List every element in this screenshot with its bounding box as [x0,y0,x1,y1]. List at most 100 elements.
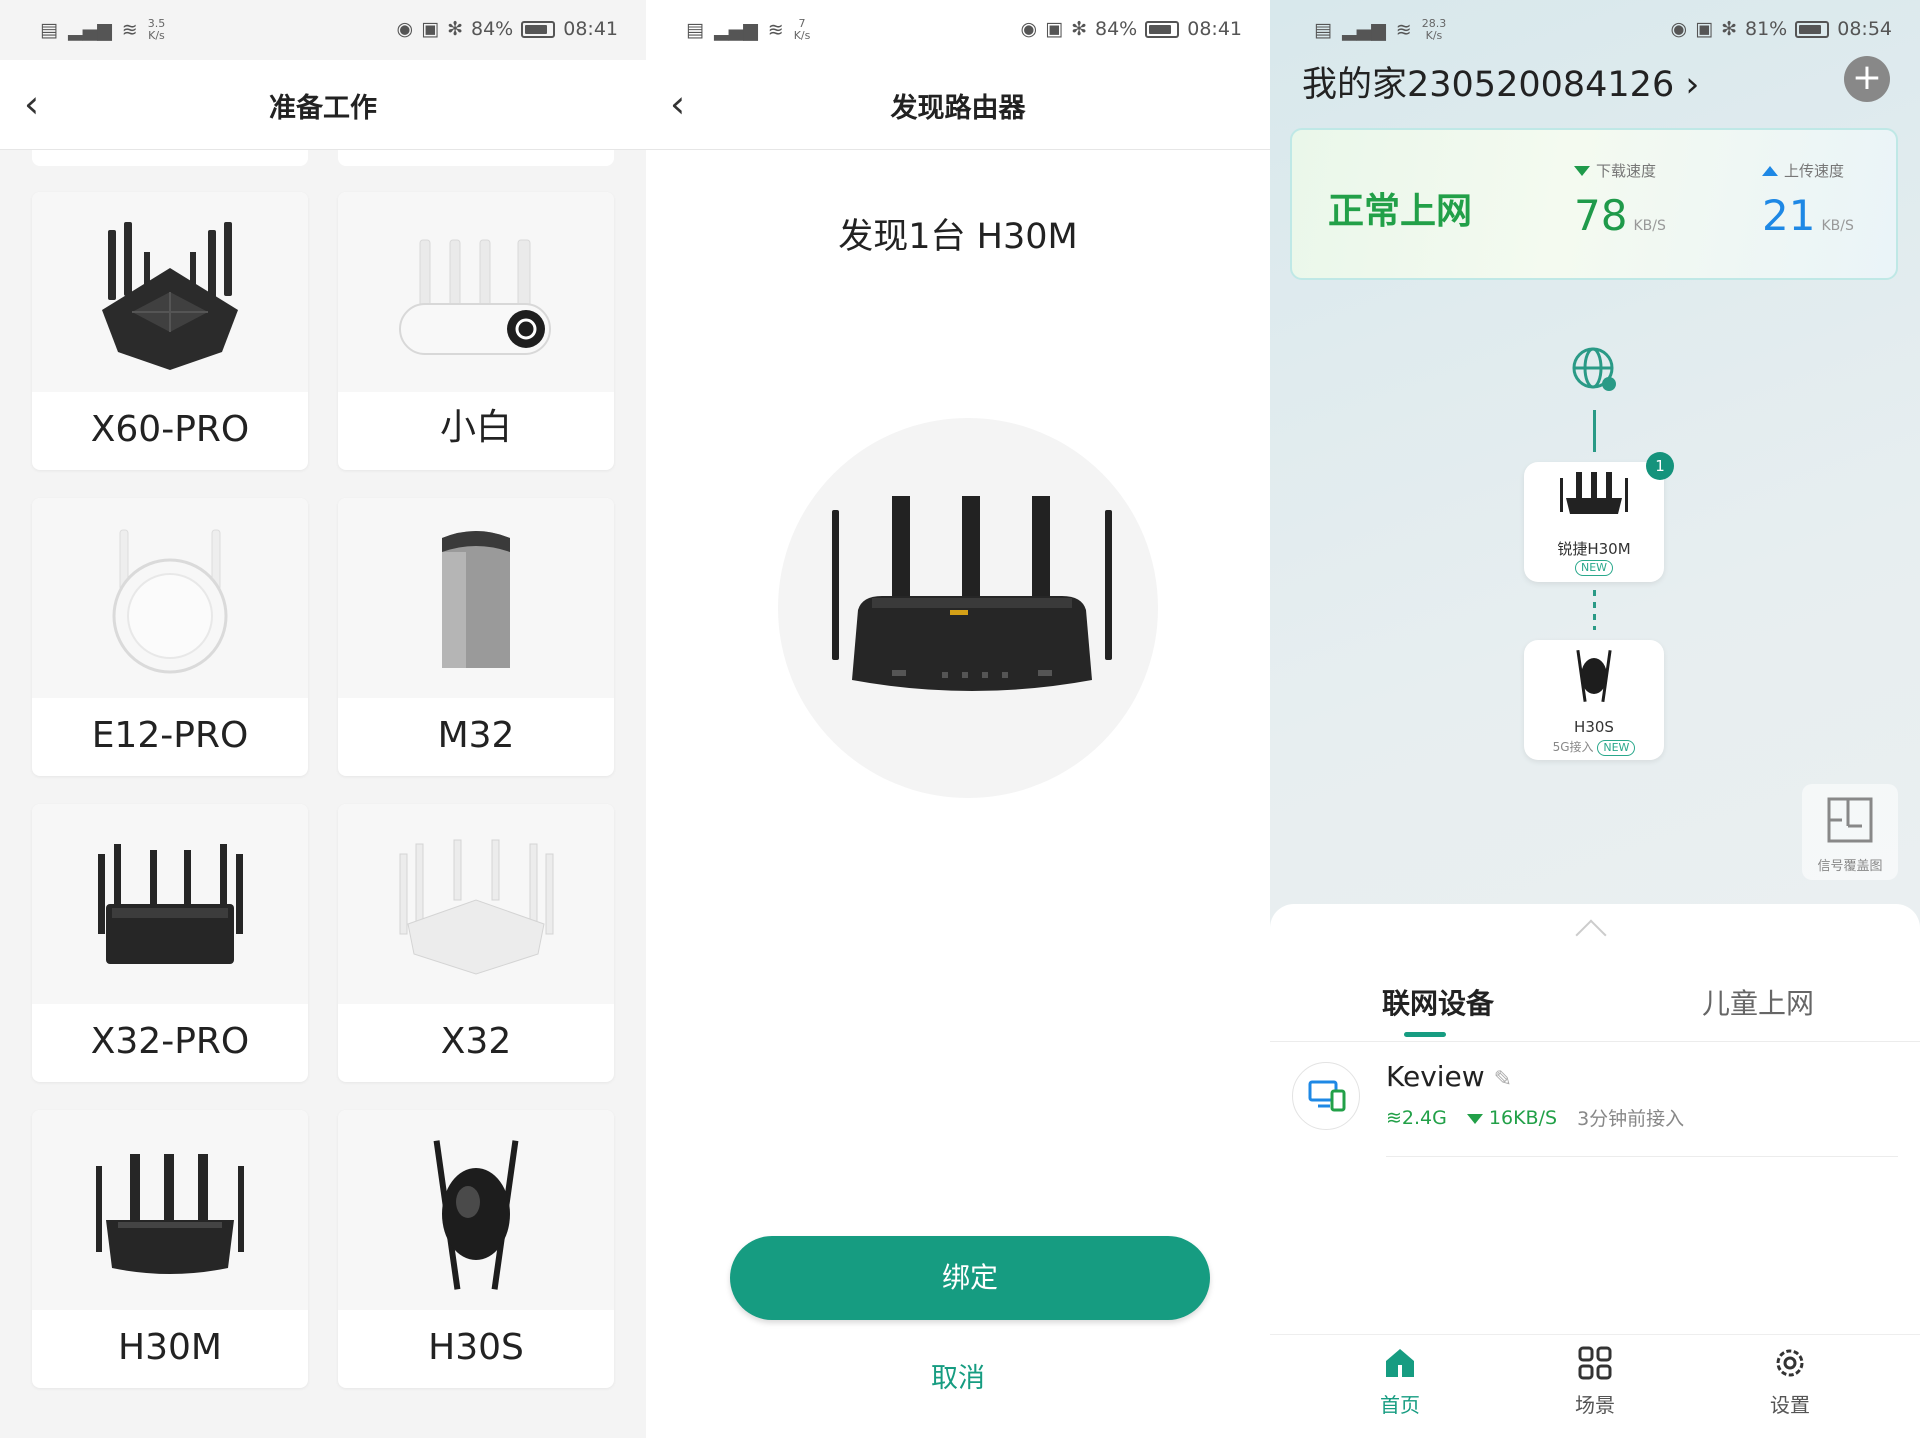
wifi-icon: ≋ [121,19,138,41]
connection-line [1593,410,1596,452]
device-name-text: Keview [1386,1060,1485,1093]
vibrate-icon: ▣ [1045,18,1064,40]
chevron-up-icon[interactable] [1575,919,1607,951]
list-divider [1386,1156,1898,1157]
wifi-icon: ≋ [767,19,784,41]
screen-prepare: ▤ ▂▄▆ ≋ 3.5 K/s ◉ ▣ ✻ 84% 08:41 ‹ 准备工作 X… [0,0,646,1438]
new-tag: NEW [1597,740,1636,756]
screen-home: ▤ ▂▄▆ ≋ 28.3 K/s ◉ ▣ ✻ 81% 08:54 我的家23052… [1270,0,1920,1438]
battery-percent: 84% [471,18,514,40]
sub-router-name: H30S [1574,718,1614,736]
network-status-card[interactable]: 正常上网 下载速度 78 KB/S 上传速度 21 KB/S [1290,128,1898,280]
upload-caption: 上传速度 [1784,162,1845,180]
device-avatar [1292,1062,1360,1130]
settings-gear-icon [1776,1349,1804,1377]
model-label: M32 [437,715,515,756]
net-speed-unit: K/s [793,29,811,42]
vibrate-icon: ▣ [421,18,440,40]
add-icon[interactable]: + [1844,56,1890,102]
model-label: X32 [440,1021,512,1062]
main-router-node[interactable]: 1 锐捷H30M NEW [1524,452,1674,582]
wifi-icon: ≋ [1395,19,1412,41]
router-h30m-image [832,496,1112,691]
signal-icon: ▂▄▆ [67,19,112,41]
tab-indicator [1404,1032,1446,1037]
tab-divider [1270,1041,1920,1042]
model-label: X60-PRO [90,409,250,450]
model-card-x32[interactable]: X32 [338,804,614,1082]
scene-grid-icon [1578,1346,1612,1380]
device-band: 2.4G [1401,1106,1447,1129]
page-title: 准备工作 [269,93,377,124]
coverage-map-button[interactable]: 信号覆盖图 [1802,784,1898,880]
download-speed: 下载速度 78 KB/S [1574,160,1666,240]
upload-speed: 上传速度 21 KB/S [1762,160,1854,240]
bind-button[interactable]: 绑定 [730,1236,1210,1320]
clock: 08:54 [1837,18,1892,40]
model-card-x60pro[interactable]: X60-PRO [32,192,308,470]
bluetooth-icon: ✻ [1721,18,1737,40]
battery-icon [1795,20,1830,38]
found-router-text: 发现1台 H30M [838,217,1078,257]
device-speed: 16KB/S [1488,1106,1558,1129]
router-h30m-icon [1560,472,1628,514]
battery-icon [1145,20,1180,38]
mesh-connection-line [1593,590,1596,630]
router-x32pro-icon [98,844,243,964]
tab-connected-devices[interactable]: 联网设备 [1382,982,1494,1022]
model-card-h30m[interactable]: H30M [32,1110,308,1388]
clock: 08:41 [1187,18,1242,40]
model-label: 小白 [439,407,512,448]
download-value: 78 [1574,191,1628,240]
model-label: H30S [428,1327,524,1368]
router-x32-icon [399,839,554,975]
bluetooth-icon: ✻ [447,18,463,40]
upload-value: 21 [1762,191,1816,240]
status-bar: ▤ ▂▄▆ ≋ 7 K/s ◉ ▣ ✻ 84% 08:41 [646,0,1270,60]
model-card-h30s[interactable]: H30S [338,1110,614,1388]
model-card-x32pro[interactable]: X32-PRO [32,804,308,1082]
sim-icon: ▤ [686,19,704,41]
sub-router-node[interactable]: H30S 5G接入 NEW [1524,640,1664,760]
sim-icon: ▤ [40,19,58,41]
nav-settings[interactable]: 设置 [1740,1345,1840,1418]
nav-scene[interactable]: 场景 [1545,1345,1645,1418]
router-h30m-icon [96,1154,244,1274]
router-x60pro-icon [102,222,238,370]
vibrate-icon: ▣ [1695,18,1714,40]
page-title: 发现路由器 [890,93,1026,124]
download-unit: KB/S [1633,218,1666,234]
download-caption: 下载速度 [1596,162,1657,180]
status-bar: ▤ ▂▄▆ ≋ 28.3 K/s ◉ ▣ ✻ 81% 08:54 [1270,0,1920,60]
coverage-label: 信号覆盖图 [1817,859,1883,874]
screen-discover: ▤ ▂▄▆ ≋ 7 K/s ◉ ▣ ✻ 84% 08:41 ‹ 发现路由器 发现1… [646,0,1270,1438]
upload-arrow-icon [1762,165,1778,176]
extender-e12pro-icon [112,529,228,674]
main-router-name: 锐捷H30M [1557,540,1631,558]
nav-home-label: 首页 [1380,1393,1420,1417]
cancel-link[interactable]: 取消 [646,1356,1270,1395]
battery-icon [521,20,556,38]
device-meta: ≋2.4G 16KB/S 3分钟前接入 [1386,1104,1684,1131]
edit-icon[interactable]: ✎ [1494,1067,1512,1092]
model-card-xiaobai[interactable]: 小白 [338,192,614,470]
nav-home[interactable]: 首页 [1350,1345,1450,1418]
nav-settings-label: 设置 [1770,1393,1810,1417]
device-name[interactable]: Keview ✎ [1386,1060,1512,1093]
net-speed-unit: K/s [1425,29,1443,42]
globe-icon [1572,347,1616,391]
tab-kids-internet[interactable]: 儿童上网 [1702,982,1814,1022]
status-bar: ▤ ▂▄▆ ≋ 3.5 K/s ◉ ▣ ✻ 84% 08:41 [0,0,646,60]
header: ‹ 发现路由器 [646,60,1270,150]
model-card-m32[interactable]: M32 [338,498,614,776]
router-h30s-icon [1576,649,1612,703]
model-card-e12pro[interactable]: E12-PRO [32,498,308,776]
home-title[interactable]: 我的家230520084126 › [1302,56,1699,107]
model-label: E12-PRO [91,715,249,756]
bottom-nav: 首页 场景 设置 [1270,1334,1920,1438]
sim-icon: ▤ [1314,19,1332,41]
clock: 08:41 [563,18,618,40]
wifi-small-icon: ≋ [1386,1106,1402,1129]
download-arrow-icon [1466,1113,1483,1124]
card-peek [32,150,308,166]
